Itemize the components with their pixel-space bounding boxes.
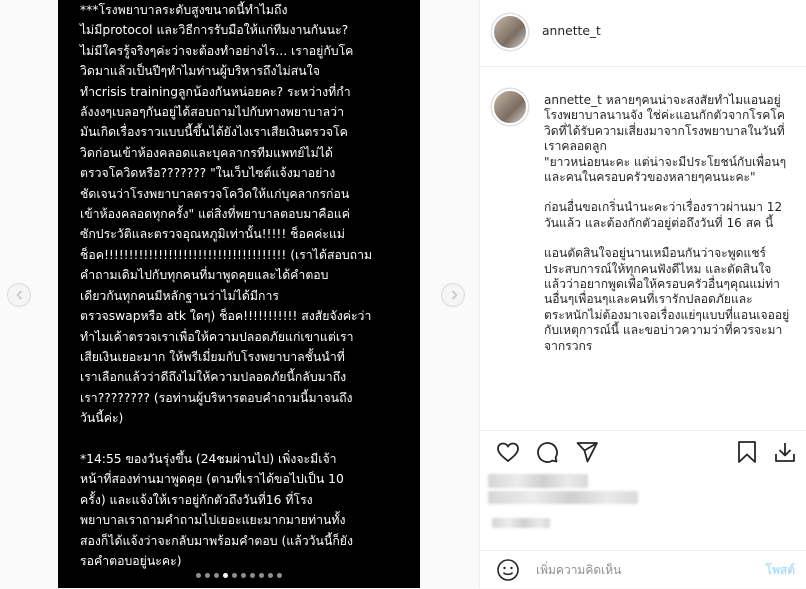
carousel-dot [223,573,228,578]
comment-input[interactable]: เพิ่มความคิดเห็น [536,561,621,580]
post-comment-button[interactable]: โพสต์ [766,561,795,580]
carousel-indicator [58,563,420,582]
post-image-text: ***โรงพยาบาลระดับสูงขนาดนี้ทำไมถึง ไม่มี… [80,3,373,568]
action-bar [480,430,806,471]
post-header: annette_t [480,0,806,67]
caption-section: annette_t หลายๆคนน่าจะสงสัยทำไมแอนอยู่โร… [480,67,806,430]
share-icon[interactable] [575,440,599,464]
heart-icon[interactable] [496,440,520,464]
media-panel: ***โรงพยาบาลระดับสูงขนาดนี้ทำไมถึง ไม่มี… [0,0,479,588]
emoji-icon[interactable] [496,558,520,582]
post-details-panel: annette_t annette_t หลายๆคนน่าจะสงสัยทำไ… [479,0,806,588]
comment-icon[interactable] [535,440,559,464]
likes-count-blurred [488,491,638,504]
chevron-right-icon [451,290,458,300]
carousel-next-button[interactable] [441,283,465,307]
caption-avatar[interactable] [492,89,528,125]
carousel-prev-button[interactable] [7,283,31,307]
caption-text: annette_t หลายๆคนน่าจะสงสัยทำไมแอนอยู่โร… [544,93,792,369]
carousel-dot [232,573,237,578]
carousel-dot [214,573,219,578]
carousel-dot [205,573,210,578]
carousel-dot [277,573,282,578]
post-image[interactable]: ***โรงพยาบาลระดับสูงขนาดนี้ทำไมถึง ไม่มี… [58,0,420,588]
carousel-dot [196,573,201,578]
timestamp-blurred [492,518,550,528]
comment-bar: เพิ่มความคิดเห็น โพสต์ [480,550,806,589]
caption-username[interactable]: annette_t [544,93,602,107]
chevron-left-icon [16,290,23,300]
carousel-dot [268,573,273,578]
carousel-dot [250,573,255,578]
header-username[interactable]: annette_t [542,24,601,38]
carousel-dot [259,573,264,578]
caption-paragraph: ก่อนอื่นขอเกริ่นนำนะคะว่าเรื่องราวผ่านมา… [544,200,786,230]
bookmark-icon[interactable] [736,440,758,464]
caption-paragraph: แอนตัดสินใจอยู่นานเหมือนกันว่าจะพูดแชร์ป… [544,246,790,353]
download-icon[interactable] [773,440,797,464]
likes-count-blurred [488,474,588,488]
avatar[interactable] [492,14,528,50]
carousel-dot [241,573,246,578]
